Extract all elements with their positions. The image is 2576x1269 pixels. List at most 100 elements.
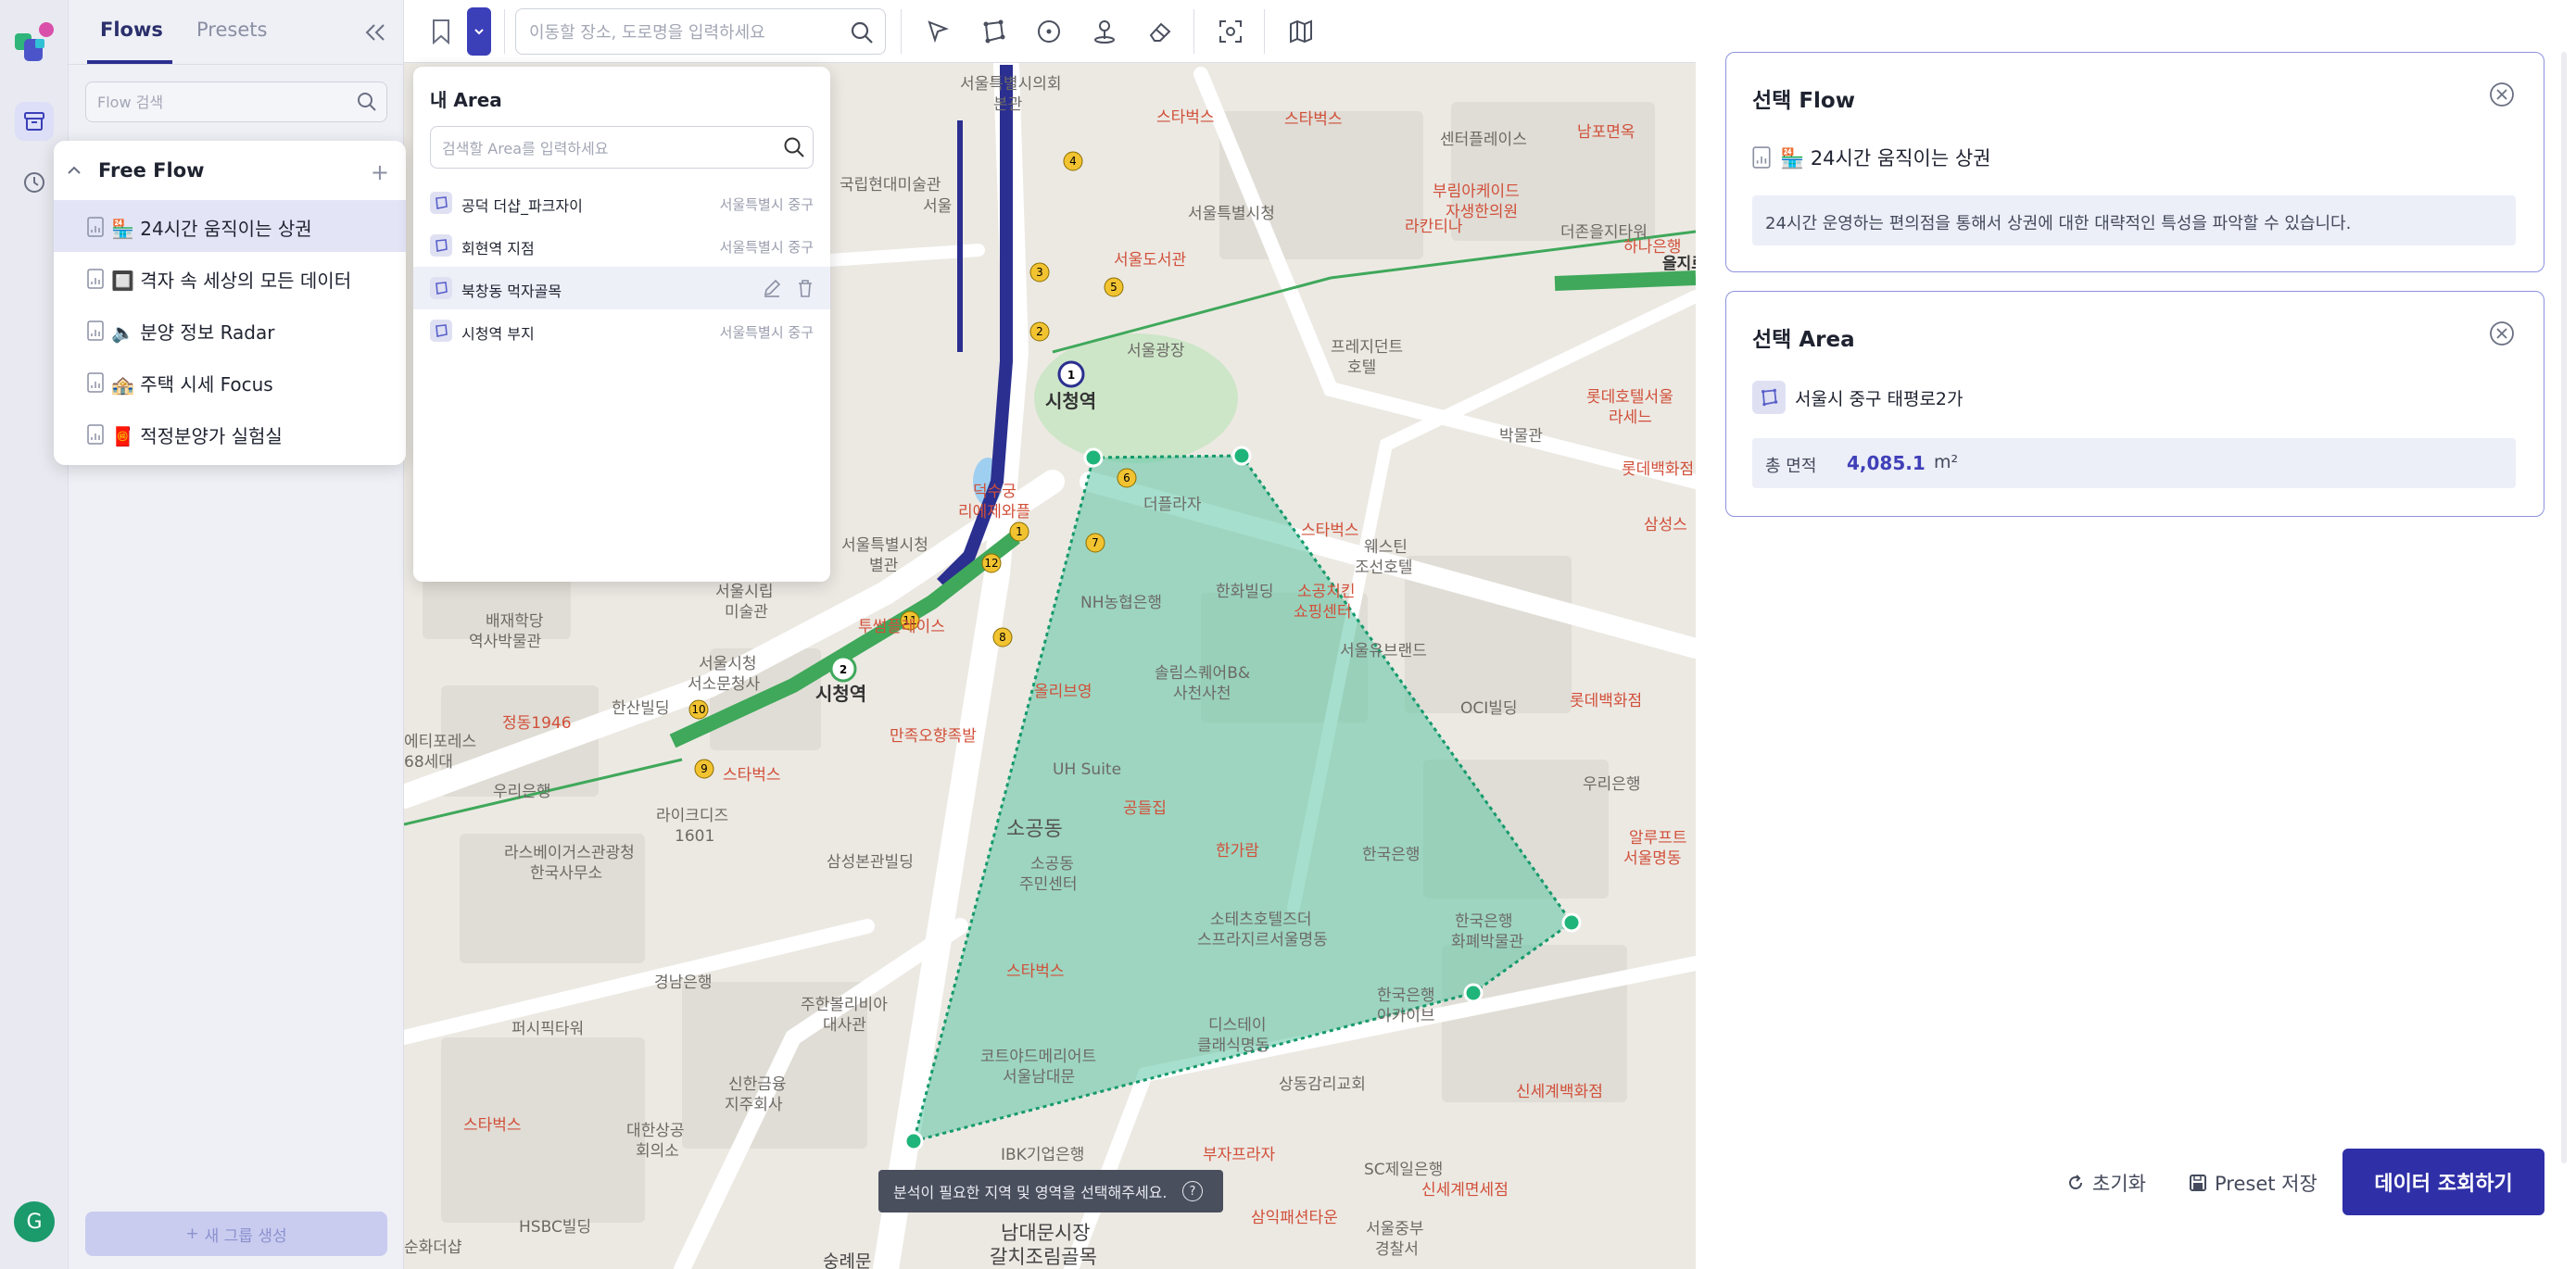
reset-button[interactable]: 초기화 <box>2066 1169 2146 1197</box>
query-data-button[interactable]: 데이터 조회하기 <box>2342 1149 2544 1215</box>
area-list-item[interactable]: 시청역 부지 서울특별시 중구 <box>413 309 830 352</box>
svg-text:조선호텔: 조선호텔 <box>1355 559 1413 577</box>
svg-text:대한상공: 대한상공 <box>626 1122 685 1140</box>
flow-item[interactable]: 🧧 적정분양가 실험실 <box>54 408 406 459</box>
search-icon[interactable] <box>783 136 805 158</box>
svg-text:신세계백화점: 신세계백화점 <box>1516 1083 1603 1101</box>
svg-text:스타벅스: 스타벅스 <box>723 766 781 785</box>
scrollbar[interactable] <box>2561 52 2567 1163</box>
polygon-tool-button[interactable] <box>975 13 1012 50</box>
svg-text:서울도서관: 서울도서관 <box>1114 251 1186 270</box>
flow-item[interactable]: 🏪 24시간 움직이는 상권 <box>54 200 406 252</box>
flow-item[interactable]: 🏤 주택 시세 Focus <box>54 356 406 408</box>
svg-text:퍼시픽타워: 퍼시픽타워 <box>511 1020 584 1038</box>
svg-text:스타벅스: 스타벅스 <box>1301 521 1359 540</box>
svg-text:신세계면세점: 신세계면세점 <box>1421 1181 1509 1200</box>
svg-text:서울중부: 서울중부 <box>1366 1220 1424 1238</box>
area-list-item[interactable]: 북창동 먹자골목 <box>413 267 830 309</box>
chevron-up-icon[interactable] <box>65 161 83 180</box>
archive-icon <box>24 112 44 131</box>
svg-text:소테츠호텔즈더: 소테츠호텔즈더 <box>1210 911 1311 929</box>
tab-presets[interactable]: Presets <box>196 19 267 41</box>
new-group-button[interactable]: + 새 그룹 생성 <box>85 1212 387 1256</box>
trash-icon[interactable] <box>795 278 815 298</box>
document-icon <box>87 320 104 341</box>
flow-item[interactable]: 🔈 분양 정보 Radar <box>54 304 406 356</box>
svg-text:쇼핑센터: 쇼핑센터 <box>1294 603 1352 622</box>
svg-text:부자프라자: 부자프라자 <box>1203 1146 1276 1164</box>
svg-text:스타벅스: 스타벅스 <box>463 1116 522 1135</box>
collapse-panel-button[interactable] <box>360 17 391 48</box>
svg-text:미술관: 미술관 <box>725 603 768 622</box>
capture-tool-button[interactable] <box>1212 13 1249 50</box>
svg-text:서울시청: 서울시청 <box>699 655 757 673</box>
search-icon[interactable] <box>850 20 874 44</box>
area-list-item[interactable]: 공덕 더샵_파크자이 서울특별시 중구 <box>413 182 830 224</box>
area-name: 북창동 먹자골목 <box>461 283 562 300</box>
my-area-dropdown: 내 Area 공덕 더샵_파크자이 서울특별시 중구 회현역 지점 서울특별시 … <box>413 67 830 582</box>
area-dropdown-toggle[interactable] <box>467 7 491 56</box>
total-area-label: 총 면적 <box>1765 457 1817 476</box>
flow-search-input[interactable] <box>97 90 347 114</box>
flow-group-header[interactable]: Free Flow + <box>54 141 406 200</box>
flow-item[interactable]: 🔲 격자 속 세상의 모든 데이터 <box>54 252 406 304</box>
search-icon[interactable] <box>357 92 377 112</box>
svg-text:사천사천: 사천사천 <box>1173 685 1231 703</box>
area-polygon-icon <box>430 320 452 342</box>
flows-nav-button[interactable] <box>15 102 54 141</box>
svg-text:SC제일은행: SC제일은행 <box>1364 1161 1443 1179</box>
toolbar-divider <box>504 9 505 54</box>
bookmark-button[interactable] <box>423 13 460 50</box>
svg-text:삼성스: 삼성스 <box>1644 516 1687 534</box>
svg-text:국립현대미술관: 국립현대미술관 <box>840 176 941 195</box>
flow-group-card: Free Flow + 🏪 24시간 움직이는 상권 🔲 격자 속 세상의 모든… <box>54 141 406 465</box>
svg-text:호텔: 호텔 <box>1347 358 1376 377</box>
area-search-input[interactable] <box>442 136 766 160</box>
svg-text:10: 10 <box>691 703 705 716</box>
circle-tool-button[interactable] <box>1030 13 1067 50</box>
reset-label: 초기화 <box>2092 1173 2146 1195</box>
svg-text:UH Suite: UH Suite <box>1053 760 1121 779</box>
selected-area-title: 선택 Area <box>1752 328 1855 352</box>
add-flow-icon[interactable]: + <box>371 159 389 185</box>
save-preset-label: Preset 저장 <box>2215 1173 2317 1195</box>
area-stat-box: 총 면적 4,085.1 m² <box>1752 438 2516 488</box>
tab-flows[interactable]: Flows <box>100 19 163 41</box>
history-nav-button[interactable] <box>15 163 54 202</box>
area-polygon-icon <box>430 234 452 257</box>
svg-text:스타벅스: 스타벅스 <box>1006 962 1065 981</box>
svg-text:대사관: 대사관 <box>823 1016 866 1035</box>
area-list-item[interactable]: 회현역 지점 서울특별시 중구 <box>413 224 830 267</box>
close-icon[interactable] <box>2488 81 2516 108</box>
pin-tool-button[interactable] <box>1086 13 1123 50</box>
area-name: 회현역 지점 <box>461 240 535 258</box>
svg-text:우리은행: 우리은행 <box>493 783 551 801</box>
edit-icon[interactable] <box>762 278 782 298</box>
svg-text:롯데호텔서울: 롯데호텔서울 <box>1586 388 1673 407</box>
save-preset-button[interactable]: Preset 저장 <box>2189 1169 2317 1197</box>
svg-text:9: 9 <box>701 762 708 775</box>
svg-text:NH농협은행: NH농협은행 <box>1080 594 1162 612</box>
svg-text:스타벅스: 스타벅스 <box>1156 108 1215 127</box>
svg-text:라칸티나: 라칸티나 <box>1405 218 1463 236</box>
plus-icon: + <box>185 1225 199 1243</box>
svg-text:화폐박물관: 화폐박물관 <box>1451 933 1523 951</box>
svg-text:별관: 별관 <box>869 557 898 575</box>
map-layer-button[interactable] <box>1282 13 1320 50</box>
place-search-input[interactable] <box>529 20 826 44</box>
eraser-tool-button[interactable] <box>1142 13 1179 50</box>
user-avatar[interactable]: G <box>14 1201 55 1242</box>
close-icon[interactable] <box>2488 320 2516 347</box>
svg-text:올리브영: 올리브영 <box>1034 683 1092 701</box>
selected-area-name-row: 서울시 중구 태평로2가 <box>1752 381 1964 414</box>
document-icon <box>1752 146 1771 169</box>
flow-group-name: Free Flow <box>98 159 205 182</box>
select-tool-button[interactable] <box>919 13 956 50</box>
help-icon[interactable]: ? <box>1182 1181 1203 1201</box>
selected-area-card: 선택 Area 서울시 중구 태평로2가 총 면적 4,085.1 m² <box>1725 291 2544 517</box>
selected-flow-name: 🏪 24시간 움직이는 상권 <box>1780 147 1991 170</box>
flow-item-label: 🔈 분양 정보 Radar <box>111 321 275 344</box>
area-region: 서울특별시 중구 <box>719 324 814 341</box>
area-name: 공덕 더샵_파크자이 <box>461 197 583 215</box>
svg-text:3: 3 <box>1036 266 1043 279</box>
